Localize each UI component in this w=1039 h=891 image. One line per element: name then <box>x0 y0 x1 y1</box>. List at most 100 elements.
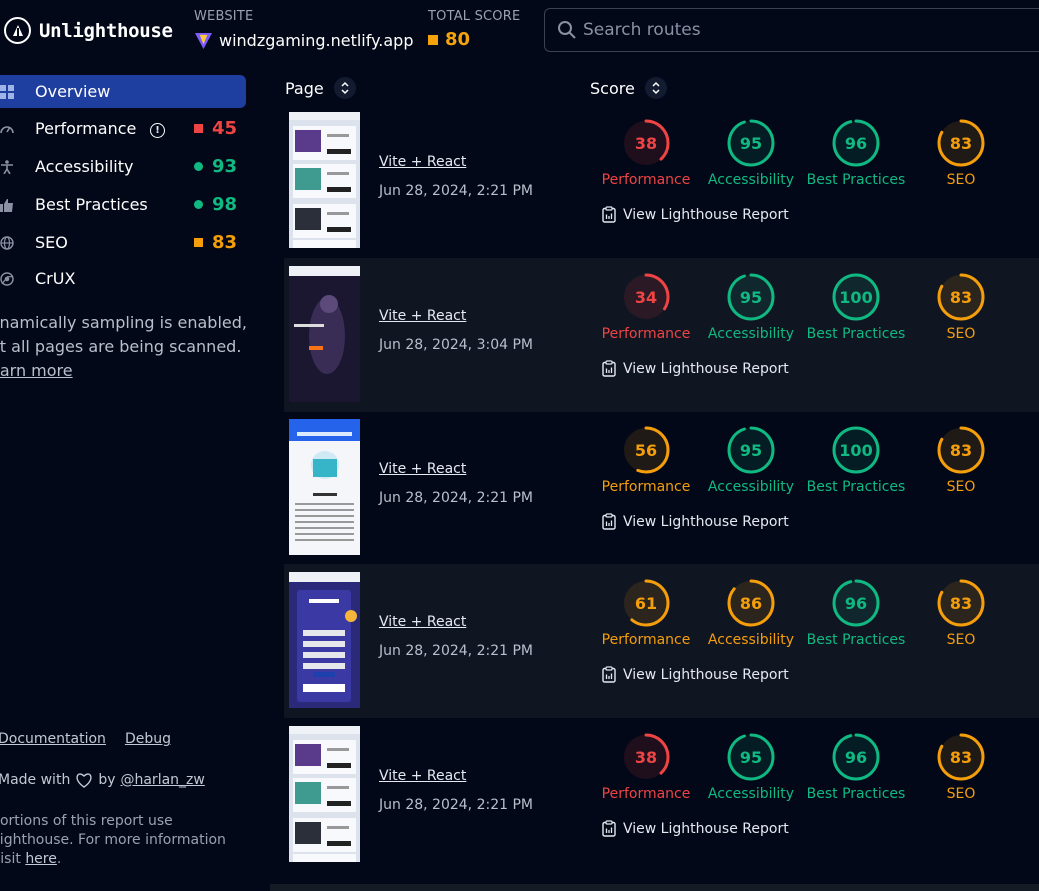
gauge-value: 96 <box>845 134 867 153</box>
gauge-value: 83 <box>950 288 972 307</box>
sort-score-button[interactable] <box>644 77 667 99</box>
author-link[interactable]: @harlan_zw <box>120 772 204 788</box>
gauge-value: 56 <box>635 441 657 460</box>
score-gauge[interactable]: 34 Performance <box>591 272 701 342</box>
search-box[interactable] <box>544 8 1039 52</box>
gauge-label: Best Practices <box>806 786 906 802</box>
score-gauge[interactable]: 100 Best Practices <box>801 425 911 495</box>
route-link[interactable]: Vite + React <box>379 614 466 630</box>
horizontal-scrollbar[interactable] <box>270 884 1039 891</box>
score-gauge[interactable]: 96 Best Practices <box>801 732 911 802</box>
app-logo[interactable]: Unlighthouse <box>4 17 173 44</box>
sidebar-item-seo[interactable]: SEO 83 <box>0 226 246 259</box>
view-report-link[interactable]: View Lighthouse Report <box>602 206 789 223</box>
sampling-notice: ynamically sampling is enabled, ot all p… <box>0 311 255 383</box>
documentation-link[interactable]: Documentation <box>0 731 106 747</box>
route-link[interactable]: Vite + React <box>379 308 466 324</box>
gauge-label: Accessibility <box>707 326 795 342</box>
score-gauge[interactable]: 96 Best Practices <box>801 578 911 648</box>
score-gauge[interactable]: 38 Performance <box>591 732 701 802</box>
gauge-label: Performance <box>601 632 691 648</box>
sort-icon <box>652 81 660 95</box>
clipboard-icon <box>602 666 616 683</box>
website-value[interactable]: windzgaming.netlify.app <box>194 31 414 50</box>
route-link[interactable]: Vite + React <box>379 461 466 477</box>
gauge-label: Accessibility <box>707 479 795 495</box>
gauge-label: SEO <box>946 786 976 802</box>
score-gauge[interactable]: 95 Accessibility <box>696 272 806 342</box>
sidebar-item-performance[interactable]: Performance ! 45 <box>0 112 246 145</box>
score-gauge[interactable]: 61 Performance <box>591 578 701 648</box>
view-report-link[interactable]: View Lighthouse Report <box>602 820 789 837</box>
score-gauge[interactable]: 83 SEO <box>906 118 1016 188</box>
score-gauge[interactable]: 83 SEO <box>906 272 1016 342</box>
learn-more-link[interactable]: earn more <box>0 361 73 380</box>
by-text: by <box>98 772 116 788</box>
page-thumbnail[interactable] <box>289 572 360 708</box>
gauge-ring: 83 <box>937 733 985 781</box>
sidebar-item-label: Accessibility <box>35 157 134 176</box>
score-gauge[interactable]: 83 SEO <box>906 732 1016 802</box>
total-score: 80 <box>428 29 470 50</box>
lighthouse-logo-icon <box>4 17 31 44</box>
gauge-value: 96 <box>845 748 867 767</box>
gauge-ring: 95 <box>727 426 775 474</box>
score-header-label: Score <box>590 78 635 98</box>
page-column-header[interactable]: Page <box>285 77 356 99</box>
here-link[interactable]: here <box>25 851 57 867</box>
view-report-link[interactable]: View Lighthouse Report <box>602 666 789 683</box>
screenshot-image <box>289 419 360 555</box>
sidebar-item-accessibility[interactable]: Accessibility 93 <box>0 150 246 183</box>
gauge-ring: 100 <box>832 273 880 321</box>
sidebar-item-crux[interactable]: CrUX <box>0 262 246 295</box>
page-thumbnail[interactable] <box>289 726 360 862</box>
page-thumbnail[interactable] <box>289 266 360 402</box>
gauge-ring: 34 <box>622 273 670 321</box>
scan-date: Jun 28, 2024, 2:21 PM <box>379 797 533 813</box>
gauge-ring: 56 <box>622 426 670 474</box>
search-input[interactable] <box>583 20 983 40</box>
score-value: 83 <box>212 232 238 253</box>
score-gauge[interactable]: 38 Performance <box>591 118 701 188</box>
page-thumbnail[interactable] <box>289 112 360 248</box>
best-practices-score: 98 <box>194 194 237 215</box>
score-gauge[interactable]: 95 Accessibility <box>696 118 806 188</box>
app-title: Unlighthouse <box>39 19 173 42</box>
clipboard-icon <box>602 820 616 837</box>
sidebar-item-overview[interactable]: Overview <box>0 75 246 108</box>
gauge-label: Performance <box>601 479 691 495</box>
view-report-label: View Lighthouse Report <box>623 666 789 683</box>
route-link[interactable]: Vite + React <box>379 154 466 170</box>
score-gauge[interactable]: 56 Performance <box>591 425 701 495</box>
score-column-header[interactable]: Score <box>590 77 667 99</box>
debug-link[interactable]: Debug <box>125 731 171 747</box>
good-dot-icon <box>194 162 203 171</box>
score-gauge[interactable]: 96 Best Practices <box>801 118 911 188</box>
gauge-label: SEO <box>946 479 976 495</box>
sort-page-button[interactable] <box>333 77 356 99</box>
score-gauge[interactable]: 83 SEO <box>906 578 1016 648</box>
gauge-ring: 100 <box>832 426 880 474</box>
score-gauge[interactable]: 100 Best Practices <box>801 272 911 342</box>
gauge-label: Best Practices <box>806 632 906 648</box>
gauge-label: Best Practices <box>806 479 906 495</box>
gauge-value: 83 <box>950 594 972 613</box>
clipboard-icon <box>602 360 616 377</box>
scan-date: Jun 28, 2024, 2:21 PM <box>379 183 533 199</box>
gauge-ring: 96 <box>832 579 880 627</box>
info-icon[interactable]: ! <box>150 123 165 138</box>
gauge-label: SEO <box>946 172 976 188</box>
score-gauge[interactable]: 83 SEO <box>906 425 1016 495</box>
score-gauge[interactable]: 95 Accessibility <box>696 425 806 495</box>
sidebar-item-label: Best Practices <box>35 195 148 214</box>
score-gauge[interactable]: 86 Accessibility <box>696 578 806 648</box>
gauge-ring: 83 <box>937 273 985 321</box>
sidebar-item-best-practices[interactable]: Best Practices 98 <box>0 188 246 221</box>
page-thumbnail[interactable] <box>289 419 360 555</box>
view-report-link[interactable]: View Lighthouse Report <box>602 513 789 530</box>
view-report-link[interactable]: View Lighthouse Report <box>602 360 789 377</box>
gauge-ring: 96 <box>832 733 880 781</box>
score-gauge[interactable]: 95 Accessibility <box>696 732 806 802</box>
route-link[interactable]: Vite + React <box>379 768 466 784</box>
gauge-value: 83 <box>950 748 972 767</box>
